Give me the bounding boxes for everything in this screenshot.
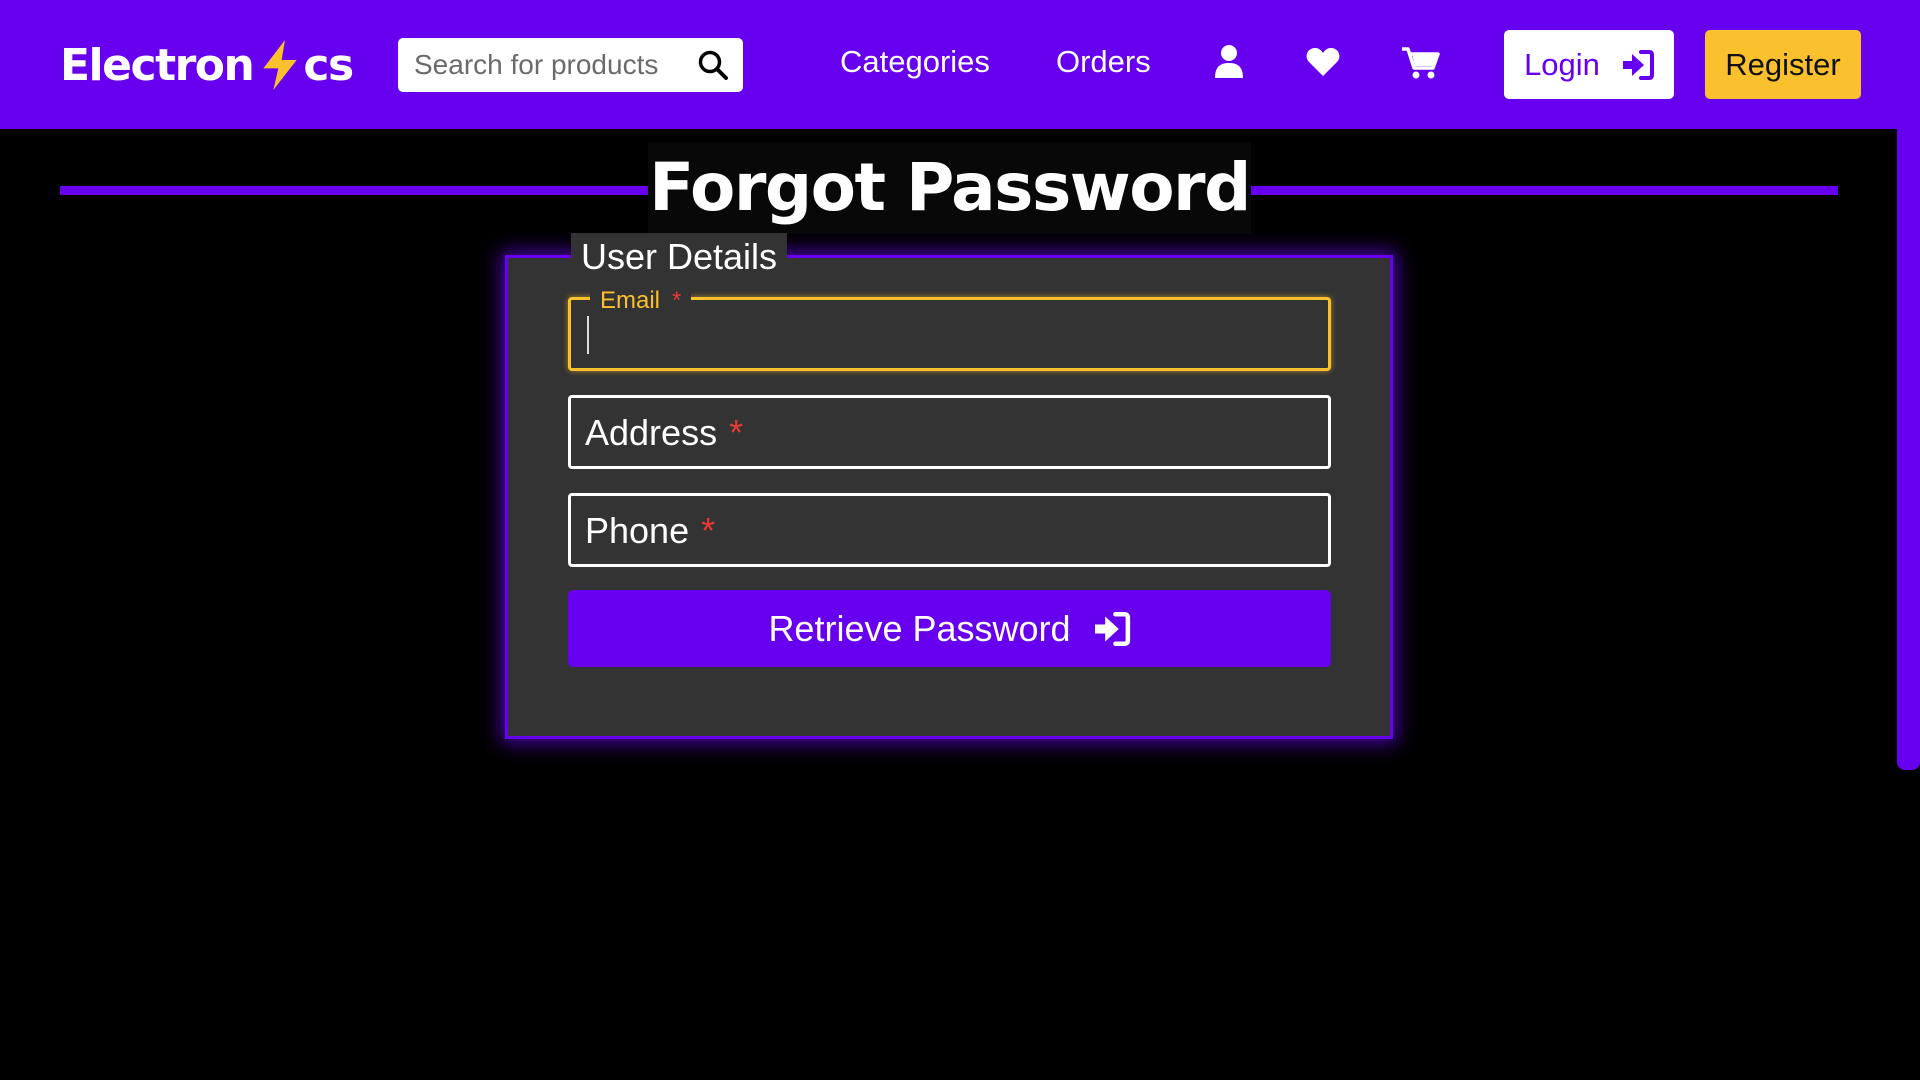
register-button[interactable]: Register [1705,30,1861,99]
brand-logo-text-end: cs [303,39,354,91]
register-button-label: Register [1725,46,1841,82]
brand-logo[interactable]: Electron cs [60,36,354,94]
address-field[interactable] [571,398,1328,466]
user-icon[interactable] [1214,44,1244,78]
top-navbar: Electron cs Categories Orders Login [0,0,1920,129]
brand-logo-text-start: Electron [60,39,255,91]
text-caret [587,316,589,354]
search-icon[interactable] [697,49,729,81]
heart-icon[interactable] [1306,47,1340,77]
page-title: Forgot Password [648,142,1251,234]
title-divider-left [60,186,648,195]
phone-field-wrapper: Phone * [568,493,1331,567]
search-input[interactable] [398,49,678,81]
email-label-text: Email [600,287,661,314]
title-divider-right [1251,186,1838,195]
lightning-bolt-icon [263,40,298,90]
email-required-mark: * [672,287,682,314]
search-bar [398,38,743,92]
fieldset-legend: User Details [571,233,788,281]
address-field-wrapper: Address * [568,395,1331,469]
sign-in-icon [1622,49,1654,80]
retrieve-password-button[interactable]: Retrieve Password [568,590,1331,667]
login-button[interactable]: Login [1504,30,1674,99]
retrieve-password-label: Retrieve Password [768,607,1071,649]
page-scrollbar[interactable] [1897,0,1920,770]
phone-field[interactable] [571,496,1328,564]
nav-link-orders[interactable]: Orders [1056,44,1151,80]
login-button-label: Login [1524,46,1600,82]
email-field-label: Email * [590,286,692,316]
cart-icon[interactable] [1402,47,1440,79]
nav-link-categories[interactable]: Categories [840,44,990,80]
sign-in-icon [1094,611,1130,646]
